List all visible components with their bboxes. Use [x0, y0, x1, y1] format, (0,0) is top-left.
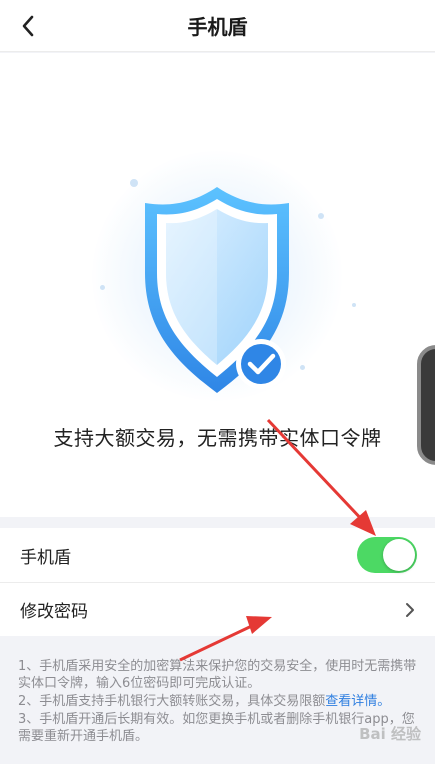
note-item: 2、手机盾支持手机银行大额转账交易，具体交易限额查看详情。 [18, 693, 418, 710]
header: 手机盾 [0, 0, 435, 52]
device-edge [417, 345, 435, 465]
phone-shield-toggle-row[interactable]: 手机盾 [0, 528, 435, 582]
chevron-left-icon [22, 15, 34, 37]
phone-shield-toggle[interactable] [357, 537, 417, 573]
decor-dot [100, 285, 105, 290]
note-text: 2、手机盾支持手机银行大额转账交易，具体交易限额 [18, 694, 326, 709]
decor-dot [300, 365, 305, 370]
phone-shield-label: 手机盾 [20, 547, 71, 568]
feature-slogan: 支持大额交易，无需携带实体口令牌 [53, 426, 382, 450]
page-title: 手机盾 [187, 15, 248, 39]
decor-dot [318, 213, 324, 219]
notes-section: 1、手机盾采用安全的加密算法来保护您的交易安全，使用时无需携带实体口令牌，输入6… [18, 658, 418, 746]
toggle-knob [383, 539, 415, 571]
chevron-right-icon [405, 602, 415, 618]
hero-section: 支持大额交易，无需携带实体口令牌 [0, 53, 435, 517]
watermark: Bai 经验 [359, 725, 421, 743]
view-details-link[interactable]: 查看详情。 [325, 694, 390, 709]
change-password-label: 修改密码 [20, 602, 88, 622]
decor-dot [352, 303, 356, 307]
settings-list: 手机盾 修改密码 [0, 528, 435, 636]
note-item: 1、手机盾采用安全的加密算法来保护您的交易安全，使用时无需携带实体口令牌，输入6… [18, 659, 417, 691]
back-button[interactable] [12, 10, 44, 42]
change-password-row[interactable]: 修改密码 [0, 582, 435, 636]
shield-check-icon [145, 187, 289, 393]
note-item: 3、手机盾开通后长期有效。如您更换手机或者删除手机银行app，您需要重新开通手机… [18, 712, 415, 744]
